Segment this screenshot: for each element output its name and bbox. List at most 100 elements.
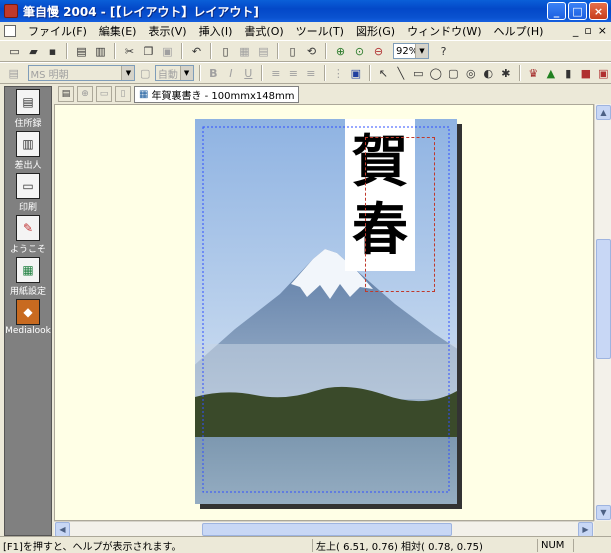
table-icon[interactable]: ▤ — [255, 43, 272, 60]
text-frame-icon[interactable]: ▣ — [348, 65, 364, 82]
font-name-select[interactable]: MS 明朝 ▼ — [27, 65, 136, 81]
open-folder-icon[interactable]: ▰ — [25, 43, 42, 60]
menu-window[interactable]: ウィンドウ(W) — [401, 23, 487, 39]
lake — [195, 437, 457, 504]
document-icon[interactable] — [4, 25, 16, 37]
scrollbar-corner — [594, 521, 611, 536]
rounded-rect-tool-icon[interactable]: ▢ — [446, 65, 462, 82]
undo-icon[interactable]: ↶ — [188, 43, 205, 60]
page-tab-strip: ▤ ⊕ ▭ ▯ ▦ 年賀裏書き - 100mmx148mm — [54, 84, 611, 104]
vertical-text-icon[interactable]: ⋮ — [331, 65, 347, 82]
menu-file[interactable]: ファイル(F) — [22, 23, 93, 39]
sidepanel-item-paper-settings[interactable]: ▦ 用紙設定 — [5, 255, 51, 297]
menu-help[interactable]: ヘルプ(H) — [488, 23, 550, 39]
scroll-right-icon[interactable]: ▶ — [578, 522, 593, 537]
tab-page-layout[interactable]: ▦ 年賀裏書き - 100mmx148mm — [134, 85, 300, 103]
menu-format[interactable]: 書式(O) — [238, 23, 289, 39]
page-tab-icon: ▦ — [139, 88, 149, 100]
menu-tools[interactable]: ツール(T) — [290, 23, 350, 39]
delete-page-icon[interactable]: ▯ — [115, 86, 131, 102]
zoom-in-icon[interactable]: ⊕ — [332, 43, 349, 60]
toolbar-separator — [114, 43, 116, 59]
paste-icon[interactable]: ▣ — [159, 43, 176, 60]
freeform-tool-icon[interactable]: ◐ — [481, 65, 497, 82]
medialook-icon: ◆ — [16, 299, 40, 325]
page-layout-icon[interactable]: ▭ — [96, 86, 112, 102]
font-size-select[interactable]: 自動 ▼ — [154, 65, 194, 81]
horizontal-scroll-thumb[interactable] — [202, 523, 452, 536]
status-bar: [F1]を押すと、ヘルプが表示されます。 左上( 6.51, 0.76) 相対(… — [0, 536, 611, 553]
stamp-icon[interactable]: ♛ — [526, 65, 542, 82]
ellipse-tool-icon[interactable]: ◯ — [428, 65, 444, 82]
add-page-icon[interactable]: ⊕ — [77, 86, 93, 102]
seal-icon[interactable]: ■ — [578, 65, 594, 82]
maximize-button[interactable]: □ — [568, 2, 587, 20]
page-icon[interactable]: ▯ — [217, 43, 234, 60]
chevron-down-icon[interactable]: ▼ — [415, 44, 428, 58]
chevron-down-icon[interactable]: ▼ — [179, 66, 193, 80]
print-icon[interactable]: ▤ — [73, 43, 90, 60]
toolbar-separator — [323, 65, 326, 81]
align-left-icon[interactable]: ≡ — [268, 65, 284, 82]
close-button[interactable]: × — [589, 2, 608, 20]
zoom-fit-icon[interactable]: ⊙ — [351, 43, 368, 60]
context-help-icon[interactable]: ? — [435, 43, 452, 60]
sidepanel-item-print[interactable]: ▭ 印刷 — [5, 171, 51, 213]
new-file-icon[interactable]: ▭ — [6, 43, 23, 60]
vertical-scroll-thumb[interactable] — [596, 239, 611, 359]
font-size-value: 自動 — [157, 69, 178, 81]
copy-icon[interactable]: ❐ — [140, 43, 157, 60]
underline-icon[interactable]: U — [241, 65, 257, 82]
save-icon[interactable]: ▪ — [44, 43, 61, 60]
toolbar-separator — [66, 43, 68, 59]
side-panel: ▤ 住所録 ▥ 差出人 ▭ 印刷 ✎ ようこそ ▦ 用紙設定 ◆ Medialo… — [4, 86, 52, 536]
italic-icon[interactable]: I — [223, 65, 239, 82]
sidepanel-item-medialook[interactable]: ◆ Medialook — [5, 297, 51, 339]
minimize-button[interactable]: _ — [547, 2, 566, 20]
grid-icon[interactable]: ▦ — [236, 43, 253, 60]
align-right-icon[interactable]: ≡ — [303, 65, 319, 82]
page-list-icon[interactable]: ▤ — [58, 86, 74, 102]
layout-canvas[interactable]: 賀 春 — [54, 104, 594, 521]
rotate-icon[interactable]: ⟲ — [303, 43, 320, 60]
bold-icon[interactable]: B — [206, 65, 222, 82]
scroll-left-icon[interactable]: ◀ — [55, 522, 70, 537]
cut-icon[interactable]: ✂ — [121, 43, 138, 60]
page-setup-icon[interactable]: ▯ — [284, 43, 301, 60]
sidepanel-item-welcome[interactable]: ✎ ようこそ — [5, 213, 51, 255]
toolbar-separator — [261, 65, 264, 81]
sidepanel-item-label: 差出人 — [14, 161, 42, 171]
align-center-icon[interactable]: ≡ — [286, 65, 302, 82]
rectangle-tool-icon[interactable]: ▭ — [411, 65, 427, 82]
color-palette-icon[interactable]: ▲ — [543, 65, 559, 82]
title-bar: 筆自慢 2004 - [【レイアウト】レイアウト] _ □ × — [0, 0, 611, 22]
circle-tool-icon[interactable]: ◎ — [463, 65, 479, 82]
chevron-down-icon[interactable]: ▼ — [121, 66, 135, 80]
sidepanel-item-sender[interactable]: ▥ 差出人 — [5, 129, 51, 171]
menu-shapes[interactable]: 図形(G) — [350, 23, 401, 39]
sidepanel-item-address-book[interactable]: ▤ 住所録 — [5, 87, 51, 129]
seal-stamp-icon[interactable]: ▣ — [596, 65, 611, 82]
zoom-out-icon[interactable]: ⊖ — [370, 43, 387, 60]
menu-edit[interactable]: 編集(E) — [93, 23, 143, 39]
zoom-select[interactable]: 92% ▼ — [393, 43, 429, 59]
horizontal-scrollbar[interactable]: ◀ ▶ — [54, 521, 594, 537]
toolbar-separator — [368, 65, 371, 81]
mdi-restore-button[interactable]: ▫ — [584, 24, 591, 37]
mdi-controls: _ ▫ × — [573, 24, 607, 37]
text-style-icon[interactable]: ▤ — [6, 65, 22, 82]
mdi-close-button[interactable]: × — [598, 24, 607, 37]
image-tool-icon[interactable]: ▮ — [561, 65, 577, 82]
vertical-scrollbar[interactable]: ▲ ▼ — [594, 104, 611, 521]
toolbar-separator — [181, 43, 183, 59]
line-tool-icon[interactable]: ╲ — [393, 65, 409, 82]
menu-insert[interactable]: 挿入(I) — [193, 23, 239, 39]
menu-view[interactable]: 表示(V) — [142, 23, 192, 39]
mdi-minimize-button[interactable]: _ — [573, 24, 579, 37]
scroll-up-icon[interactable]: ▲ — [596, 105, 611, 120]
select-arrow-icon[interactable]: ↖ — [376, 65, 392, 82]
star-tool-icon[interactable]: ✱ — [498, 65, 514, 82]
selection-frame[interactable] — [365, 137, 435, 292]
scroll-down-icon[interactable]: ▼ — [596, 505, 611, 520]
print-preview-icon[interactable]: ▥ — [92, 43, 109, 60]
